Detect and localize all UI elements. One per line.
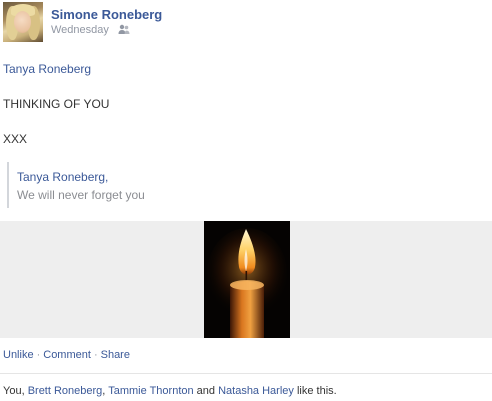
post-text-line: XXX [3,132,28,146]
liker-link[interactable]: Brett Roneberg [28,385,103,397]
avatar[interactable] [3,2,43,42]
likes-summary: You, Brett Roneberg, Tammie Thornton and… [3,385,337,397]
quote-text: We will never forget you [17,188,145,202]
friends-icon[interactable] [118,24,130,35]
post-header: Simone Roneberg Wednesday [0,0,492,48]
media-area [0,221,492,338]
author-name[interactable]: Simone Roneberg [51,7,162,22]
mention-link[interactable]: Tanya Roneberg [3,62,91,76]
post-text-line: THINKING OF YOU [3,97,110,111]
candle-photo[interactable] [204,221,290,338]
comment-link[interactable]: Comment [43,349,91,361]
post-meta: Wednesday [51,24,130,36]
likes-suffix: like this. [293,385,337,397]
liker-link[interactable]: Tammie Thornton [108,385,193,397]
separator: · [36,349,41,361]
quoted-block: Tanya Roneberg, We will never forget you [7,162,307,208]
action-row: Unlike · Comment · Share [3,349,130,361]
post-actions: Unlike · Comment · Share [0,338,492,374]
likes-and: and [193,385,219,397]
liker-link[interactable]: Natasha Harley [218,385,294,397]
quote-name[interactable]: Tanya Roneberg, [17,170,108,184]
separator: · [93,349,98,361]
unlike-link[interactable]: Unlike [3,349,34,361]
share-link[interactable]: Share [101,349,130,361]
likes-prefix: You, [3,385,28,397]
timestamp[interactable]: Wednesday [51,24,109,36]
